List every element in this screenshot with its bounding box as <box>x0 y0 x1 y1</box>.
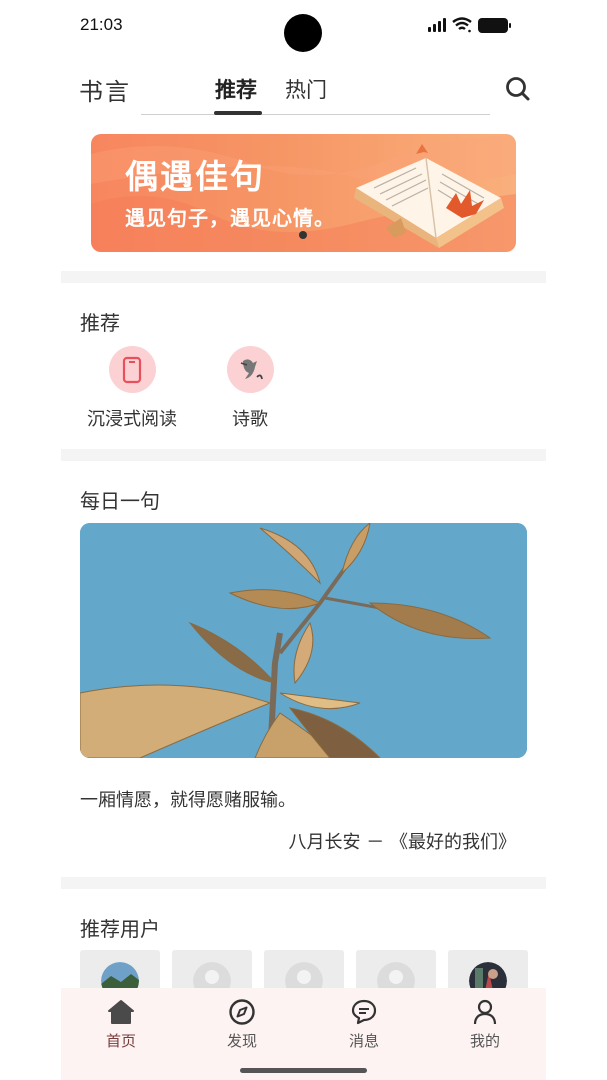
active-tab-indicator <box>214 111 262 115</box>
nav-home-label: 首页 <box>105 1032 136 1050</box>
daily-quote: 一厢情愿，就得愿赌服输。 <box>80 790 296 811</box>
users-section-title: 推荐用户 <box>80 917 160 941</box>
compass-icon <box>229 999 255 1025</box>
poetry-icon-badge <box>226 346 274 393</box>
carousel-dot[interactable] <box>299 231 307 239</box>
banner-subtitle: 遇见句子，遇见心情。 <box>125 206 335 230</box>
open-book-illustration <box>354 144 504 248</box>
status-bar: 21:03 <box>0 0 607 56</box>
nav-profile-label: 我的 <box>469 1032 500 1050</box>
nav-messages-label: 消息 <box>348 1032 379 1050</box>
battery-icon <box>478 17 511 33</box>
status-time: 21:03 <box>80 15 123 34</box>
nav-home[interactable]: 首页 <box>81 998 161 1051</box>
phone-icon-badge <box>108 346 156 393</box>
search-button[interactable] <box>503 74 533 104</box>
daily-photo[interactable] <box>80 523 527 758</box>
camera-cutout <box>284 14 322 52</box>
top-header: 书言 推荐 热门 <box>0 62 607 118</box>
signal-icon <box>428 18 446 32</box>
recommend-item-immersive-reading[interactable]: 沉浸式阅读 <box>72 346 192 431</box>
daily-quote-source: 八月长安 － 《最好的我们》 <box>288 832 516 853</box>
section-divider <box>61 271 546 283</box>
poetry-icon <box>240 358 263 379</box>
daily-section-title: 每日一句 <box>80 489 160 513</box>
nav-discover-label: 发现 <box>226 1032 257 1050</box>
recommend-item-label: 诗歌 <box>232 409 268 430</box>
tab-recommend[interactable]: 推荐 <box>215 74 257 104</box>
search-icon <box>506 77 530 101</box>
section-divider <box>61 877 546 889</box>
nav-profile[interactable]: 我的 <box>445 998 525 1051</box>
phone-icon <box>122 356 142 383</box>
tab-underline <box>141 114 490 115</box>
home-icon <box>108 1000 134 1024</box>
wifi-icon <box>452 17 472 33</box>
nav-messages[interactable]: 消息 <box>324 998 404 1051</box>
recommend-item-label: 沉浸式阅读 <box>87 409 177 430</box>
leaves-photo <box>80 523 527 758</box>
recommend-item-poetry[interactable]: 诗歌 <box>190 346 310 431</box>
app-logo: 书言 <box>79 78 131 106</box>
banner-title: 偶遇佳句 <box>125 157 265 196</box>
recommend-section-title: 推荐 <box>80 311 120 335</box>
status-icons <box>428 17 511 33</box>
banner-carousel[interactable]: 偶遇佳句 遇见句子，遇见心情。 <box>91 134 516 252</box>
section-divider <box>61 449 546 461</box>
tab-hot[interactable]: 热门 <box>285 74 327 104</box>
user-icon <box>473 999 497 1025</box>
nav-discover[interactable]: 发现 <box>202 998 282 1051</box>
bottom-navigation: 首页 发现 消息 我的 <box>61 988 546 1080</box>
home-indicator[interactable] <box>240 1068 367 1073</box>
message-icon <box>351 999 377 1025</box>
